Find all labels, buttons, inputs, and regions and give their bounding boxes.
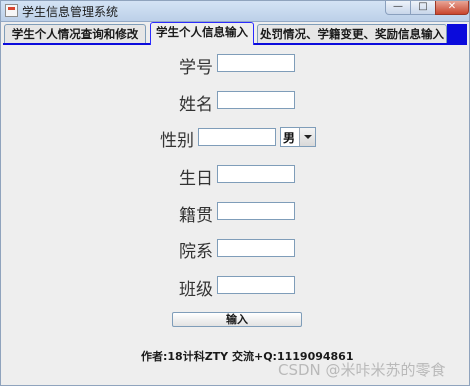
student-id-input[interactable] bbox=[217, 54, 295, 72]
hometown-input[interactable] bbox=[217, 202, 295, 220]
tab-strip-fill bbox=[447, 24, 467, 43]
maximize-button[interactable]: □ bbox=[410, 1, 436, 15]
tab-student-input[interactable]: 学生个人信息输入 bbox=[150, 22, 254, 45]
birthday-label: 生日 bbox=[179, 169, 213, 189]
department-input[interactable] bbox=[217, 239, 295, 257]
class-input[interactable] bbox=[217, 276, 295, 294]
app-window: 学生信息管理系统 — □ ✕ 学生个人情况查询和修改 学生个人信息输入 处罚情况… bbox=[0, 0, 470, 386]
title-bar[interactable]: 学生信息管理系统 — □ ✕ bbox=[1, 1, 469, 22]
gender-label: 性别 bbox=[160, 131, 194, 151]
tab-strip: 学生个人情况查询和修改 学生个人信息输入 处罚情况、学籍变更、奖励信息输入 bbox=[3, 22, 467, 45]
gender-input[interactable] bbox=[198, 128, 276, 146]
class-label: 班级 bbox=[179, 280, 213, 300]
submit-button[interactable]: 输入 bbox=[172, 312, 302, 327]
close-button[interactable]: ✕ bbox=[435, 1, 469, 15]
tab-discipline-reward-input[interactable]: 处罚情况、学籍变更、奖励信息输入 bbox=[257, 24, 447, 43]
tab-student-query[interactable]: 学生个人情况查询和修改 bbox=[4, 24, 146, 43]
app-icon bbox=[5, 4, 18, 17]
name-input[interactable] bbox=[217, 91, 295, 109]
department-label: 院系 bbox=[179, 242, 213, 262]
minimize-button[interactable]: — bbox=[385, 1, 411, 15]
name-label: 姓名 bbox=[179, 95, 213, 115]
gender-selected-value: 男 bbox=[283, 131, 296, 145]
gender-dropdown[interactable]: 男 bbox=[280, 127, 316, 147]
chevron-down-icon[interactable] bbox=[299, 128, 315, 146]
birthday-input[interactable] bbox=[217, 165, 295, 183]
window-title: 学生信息管理系统 bbox=[22, 5, 119, 19]
watermark: CSDN @米咔米苏的零食 bbox=[278, 361, 446, 379]
hometown-label: 籍贯 bbox=[179, 206, 213, 226]
student-id-label: 学号 bbox=[179, 58, 213, 78]
